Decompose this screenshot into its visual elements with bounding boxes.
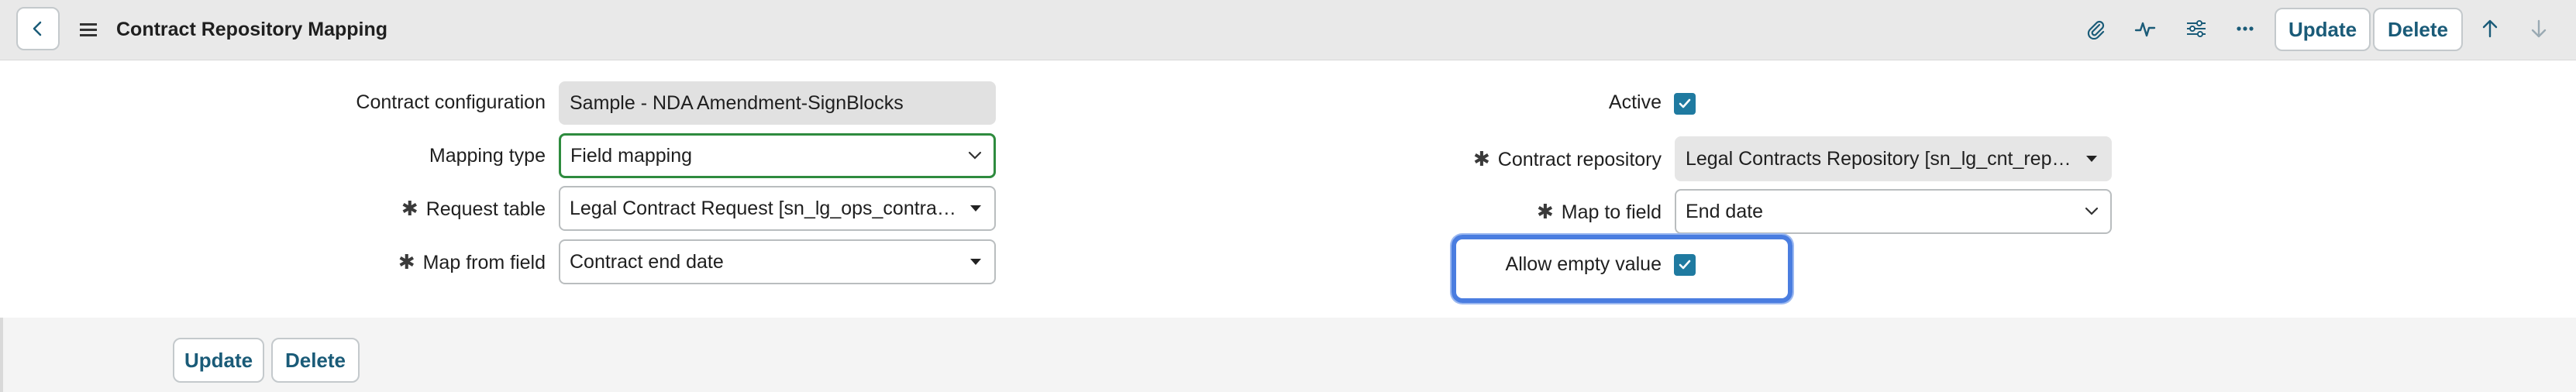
back-icon [33,21,42,36]
contract-configuration-field: Sample - NDA Amendment-SignBlocks [559,81,996,125]
map-to-field-label: ✱ Map to field [1536,200,1662,223]
arrow-down-icon[interactable] [2526,15,2552,42]
activity-icon[interactable] [2132,15,2158,42]
required-icon: ✱ [1536,200,1554,223]
required-icon: ✱ [401,197,418,220]
required-icon: ✱ [398,250,415,273]
contract-repository-label: ✱ Contract repository [1473,147,1662,170]
request-table-label: ✱ Request table [401,197,546,220]
header-delete-button[interactable]: Delete [2373,8,2463,51]
map-to-field-select[interactable]: End date [1675,189,2112,234]
map-from-field-field[interactable]: Contract end date [559,239,996,284]
required-icon: ✱ [1473,147,1490,170]
header-update-button[interactable]: Update [2275,8,2371,51]
active-checkbox[interactable] [1674,93,1696,115]
arrow-up-icon[interactable] [2477,15,2503,42]
chevron-down-icon [2073,207,2110,216]
back-button[interactable] [16,7,60,50]
footer-delete-button[interactable]: Delete [271,338,360,383]
paperclip-icon[interactable] [2082,15,2109,42]
footer-update-button[interactable]: Update [173,338,264,383]
dropdown-triangle-icon[interactable] [2073,154,2110,163]
contract-repository-field[interactable]: Legal Contracts Repository [sn_lg_cnt_re… [1675,136,2112,181]
request-table-field[interactable]: Legal Contract Request [sn_lg_ops_contra… [559,186,996,231]
more-icon[interactable] [2232,15,2258,42]
mapping-type-label: Mapping type [429,145,546,167]
form-body: Contract configuration Sample - NDA Amen… [0,60,2576,318]
form-header: Contract Repository Mapping Update Delet… [0,0,2576,60]
dropdown-triangle-icon[interactable] [957,204,994,213]
map-from-field-label: ✱ Map from field [398,250,546,273]
menu-icon[interactable] [77,19,99,40]
focus-highlight [1452,235,1793,303]
contract-configuration-label: Contract configuration [356,91,546,113]
mapping-type-select[interactable]: Field mapping [559,133,996,178]
page-title: Contract Repository Mapping [116,19,388,40]
dropdown-triangle-icon[interactable] [957,257,994,266]
checkmark-icon [1679,98,1691,108]
chevron-down-icon [956,151,994,160]
active-label: Active [1608,91,1662,113]
settings-sliders-icon[interactable] [2183,15,2209,42]
